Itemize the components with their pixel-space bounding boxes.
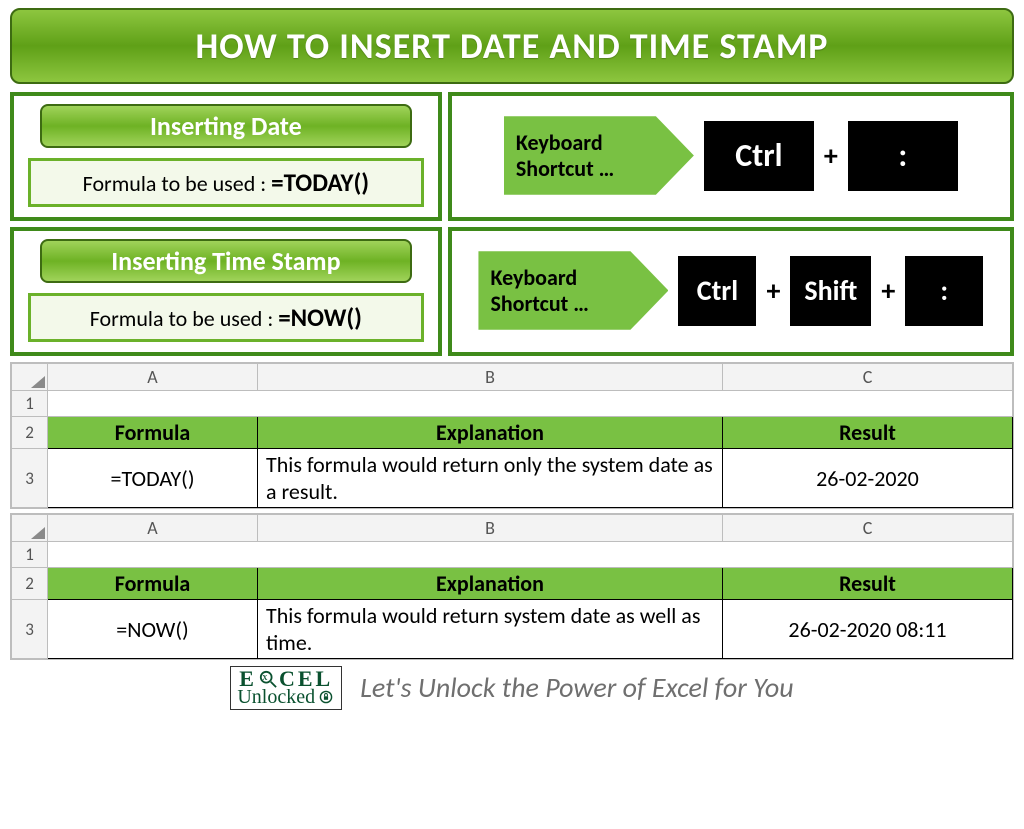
cell-formula: =NOW() [48,600,258,659]
lock-icon [317,688,335,706]
table-header-formula: Formula [48,568,258,600]
col-header: B [258,515,723,542]
table-header-explanation: Explanation [258,568,723,600]
table-header-explanation: Explanation [258,417,723,449]
formula-label: Formula to be used : [83,170,271,197]
table-header-result: Result [723,417,1013,449]
shortcut-row-date: Keyboard Shortcut … Ctrl + : [462,116,1000,195]
select-all-corner [12,364,48,391]
formula-box-date: Formula to be used : =TODAY() [28,158,424,207]
section-heading-time: Inserting Time Stamp [40,239,411,283]
cell-result: 26-02-2020 [723,449,1013,508]
formula-box-time: Formula to be used : =NOW() [28,293,424,342]
page-title: HOW TO INSERT DATE AND TIME STAMP [10,8,1014,84]
section-inserting-timestamp: Inserting Time Stamp Formula to be used … [10,227,1014,356]
key-ctrl: Ctrl [704,121,814,191]
key-shift: Shift [790,256,871,326]
empty-cell [48,542,1013,568]
brand-text-2: Unlocked [237,688,315,707]
key-ctrl: Ctrl [678,256,756,326]
cell-explanation: This formula would return only the syste… [258,449,723,508]
col-header: A [48,364,258,391]
date-left-panel: Inserting Date Formula to be used : =TOD… [10,92,442,221]
col-header: C [723,515,1013,542]
shortcut-row-time: Keyboard Shortcut … Ctrl + Shift + : [462,251,1000,330]
example-sheet-now: A B C 1 2 Formula Explanation Result 3 =… [10,513,1014,660]
footer: E X CEL Unlocked Let's Unlock the Power … [10,666,1014,710]
plus-icon: + [824,138,838,173]
plus-icon: + [766,273,780,308]
row-header: 1 [12,391,48,417]
formula-value: =NOW() [278,302,362,333]
row-header: 2 [12,568,48,600]
col-header: C [723,364,1013,391]
cell-explanation: This formula would return system date as… [258,600,723,659]
cell-result: 26-02-2020 08:11 [723,600,1013,659]
date-right-panel: Keyboard Shortcut … Ctrl + : [448,92,1014,221]
cell-formula: =TODAY() [48,449,258,508]
time-right-panel: Keyboard Shortcut … Ctrl + Shift + : [448,227,1014,356]
time-left-panel: Inserting Time Stamp Formula to be used … [10,227,442,356]
col-header: B [258,364,723,391]
row-header: 1 [12,542,48,568]
keyboard-shortcut-label: Keyboard Shortcut … [478,251,668,330]
col-header: A [48,515,258,542]
empty-cell [48,391,1013,417]
section-inserting-date: Inserting Date Formula to be used : =TOD… [10,92,1014,221]
formula-value: =TODAY() [271,167,369,198]
key-colon: : [905,256,983,326]
section-heading-date: Inserting Date [40,104,411,148]
key-colon: : [848,121,958,191]
formula-label: Formula to be used : [90,305,278,332]
table-header-formula: Formula [48,417,258,449]
select-all-corner [12,515,48,542]
brand-tagline: Let's Unlock the Power of Excel for You [360,670,794,705]
example-sheet-today: A B C 1 2 Formula Explanation Result 3 =… [10,362,1014,509]
plus-icon: + [881,273,895,308]
row-header: 3 [12,600,48,659]
row-header: 3 [12,449,48,508]
brand-logo: E X CEL Unlocked [230,666,342,710]
svg-text:X: X [262,674,270,682]
row-header: 2 [12,417,48,449]
keyboard-shortcut-label: Keyboard Shortcut … [504,116,694,195]
table-header-result: Result [723,568,1013,600]
